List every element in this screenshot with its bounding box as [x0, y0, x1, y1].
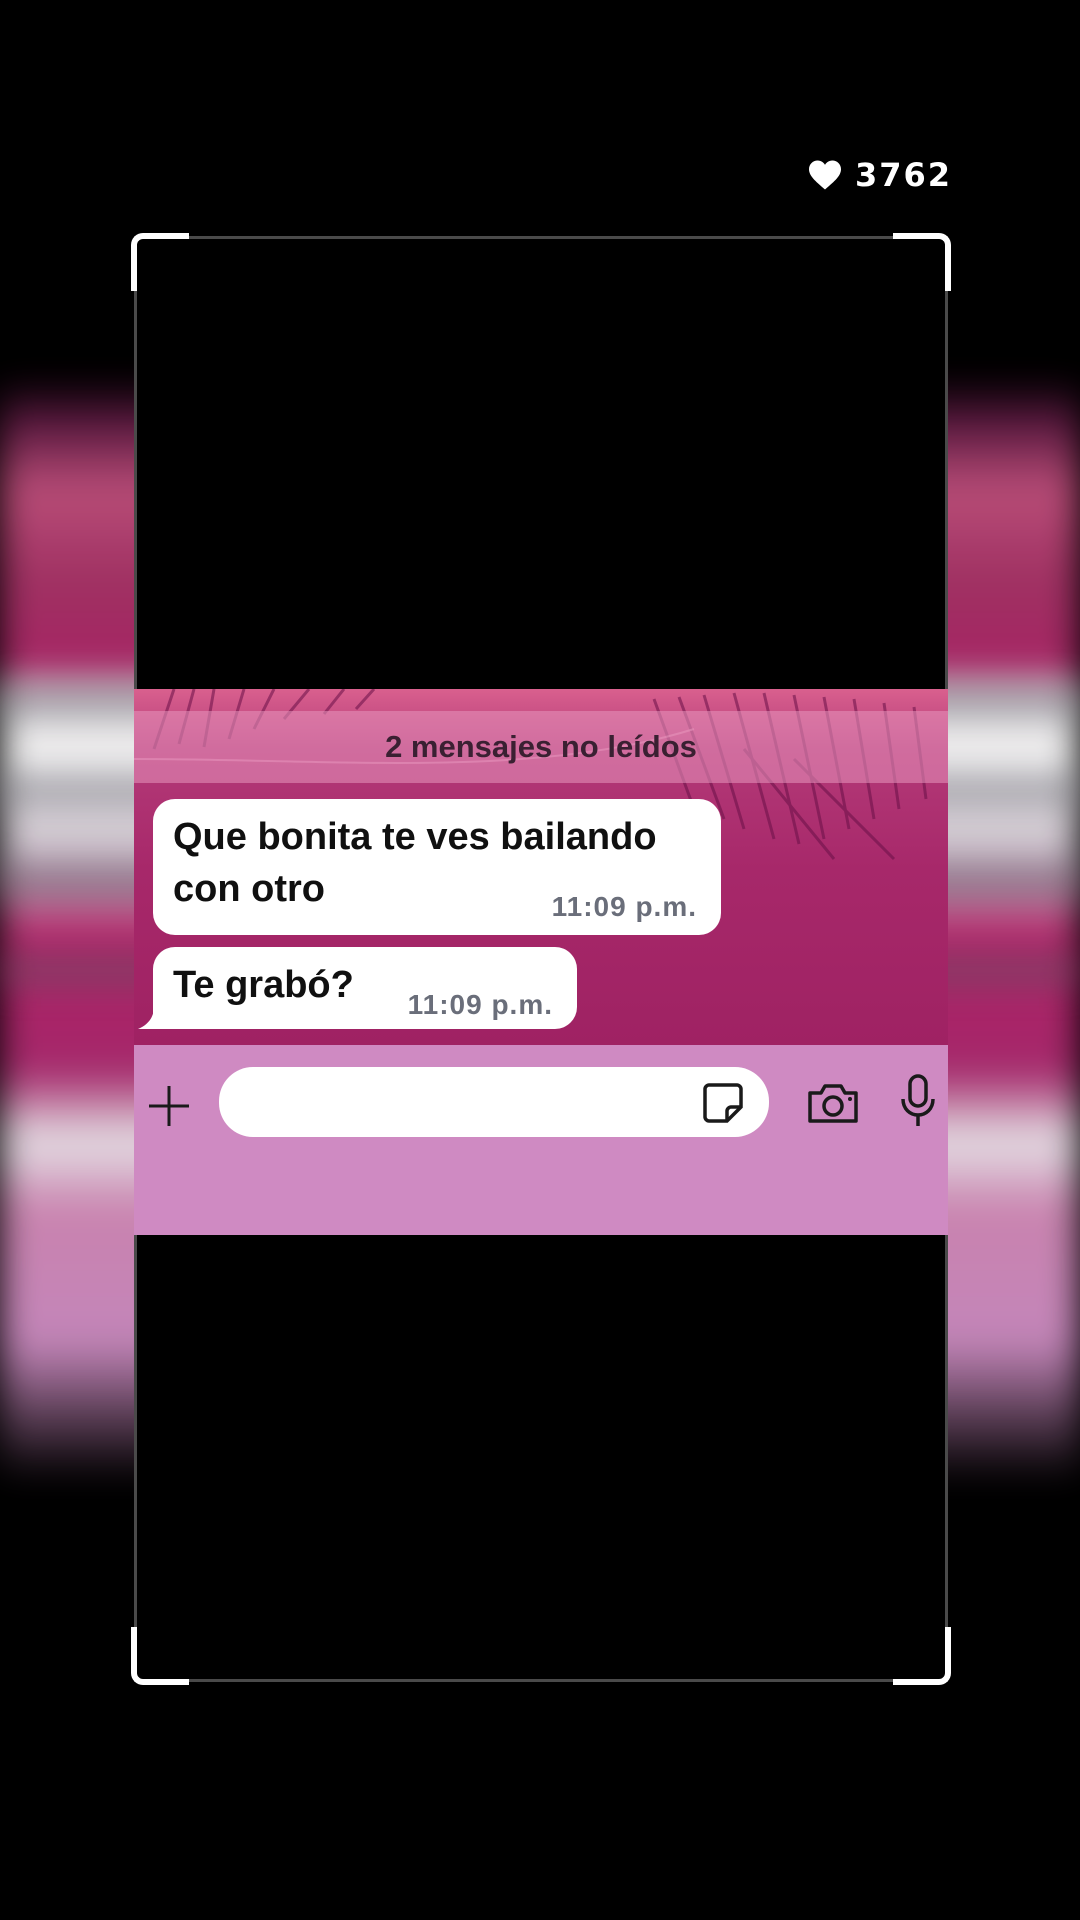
message-timestamp: 11:09 p.m.	[407, 989, 553, 1020]
crop-corner-bottom-right[interactable]	[893, 1627, 951, 1685]
message-text: Te grabó?	[173, 964, 354, 1006]
message-bubble[interactable]: Te grabó? 11:09 p.m.	[153, 947, 577, 1029]
message-input[interactable]	[219, 1067, 769, 1137]
message-timestamp: 11:09 p.m.	[551, 891, 697, 922]
reel-viewer: 3762 2 mensajes no leídos Que bonita te …	[0, 0, 1080, 1920]
crop-frame: 2 mensajes no leídos Que bonita te ves b…	[131, 233, 951, 1685]
message-bubble[interactable]: Que bonita te ves bailando con otro 11:0…	[153, 799, 721, 935]
chat-screenshot: 2 mensajes no leídos Que bonita te ves b…	[134, 689, 948, 1235]
crop-corner-top-left[interactable]	[131, 233, 189, 291]
microphone-icon[interactable]	[898, 1073, 938, 1134]
unread-messages-label: 2 mensajes no leídos	[385, 729, 697, 764]
like-count: 3762	[854, 156, 952, 194]
unread-messages-banner: 2 mensajes no leídos	[134, 711, 948, 783]
like-counter[interactable]: 3762	[807, 156, 952, 194]
heart-icon[interactable]	[807, 159, 843, 191]
message-composer	[134, 1045, 948, 1235]
camera-icon[interactable]	[806, 1081, 860, 1130]
sticker-icon[interactable]	[701, 1081, 745, 1130]
crop-corner-top-right[interactable]	[893, 233, 951, 291]
crop-corner-bottom-left[interactable]	[131, 1627, 189, 1685]
plus-icon[interactable]	[146, 1083, 192, 1134]
